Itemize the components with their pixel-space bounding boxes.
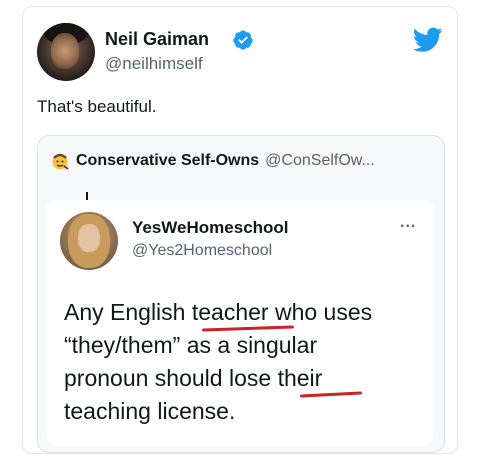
embedded-tweet-screenshot: YesWeHomeschool @Yes2Homeschool ... Any … xyxy=(46,200,434,446)
avatar-face xyxy=(78,224,100,252)
text-line-2: “they/them” as a singular xyxy=(64,332,318,358)
highlighted-word-their: their xyxy=(277,365,323,391)
avatar-face xyxy=(51,33,79,69)
text-segment: pronoun should lose xyxy=(64,365,278,391)
tweet-card: Neil Gaiman @neilhimself That's beautifu… xyxy=(22,6,458,454)
text-line-4: teaching license. xyxy=(64,398,236,424)
embedded-author-handle: @Yes2Homeschool xyxy=(132,242,273,259)
text-segment: Any English xyxy=(64,299,192,325)
emoji-face-icon xyxy=(52,153,69,170)
avatar[interactable] xyxy=(37,23,95,81)
embedded-author-name: YesWeHomeschool xyxy=(132,218,289,237)
quoted-author-name[interactable]: Conservative Self-Owns xyxy=(76,152,259,170)
avatar[interactable] xyxy=(60,212,118,270)
verified-badge-icon xyxy=(233,30,253,50)
author-name[interactable]: Neil Gaiman xyxy=(105,29,209,50)
text-line-3: pronoun should lose their xyxy=(64,362,424,395)
embedded-tweet-text: Any English teacher who uses “they/them”… xyxy=(64,296,424,428)
more-options-icon: ... xyxy=(400,214,417,231)
quoted-tweet[interactable]: Conservative Self-Owns @ConSelfOw... Yes… xyxy=(37,135,445,453)
quoted-tweet-header: Conservative Self-Owns @ConSelfOw... xyxy=(50,150,375,172)
tweet-text: That's beautiful. xyxy=(37,97,157,116)
twitter-bird-icon[interactable] xyxy=(413,27,443,53)
quoted-author-handle[interactable]: @ConSelfOw... xyxy=(265,152,375,170)
text-line-1: Any English teacher who uses xyxy=(64,296,424,329)
text-segment: who uses xyxy=(268,299,373,325)
highlighted-word-teacher: teacher xyxy=(191,299,269,325)
author-handle[interactable]: @neilhimself xyxy=(105,54,203,74)
